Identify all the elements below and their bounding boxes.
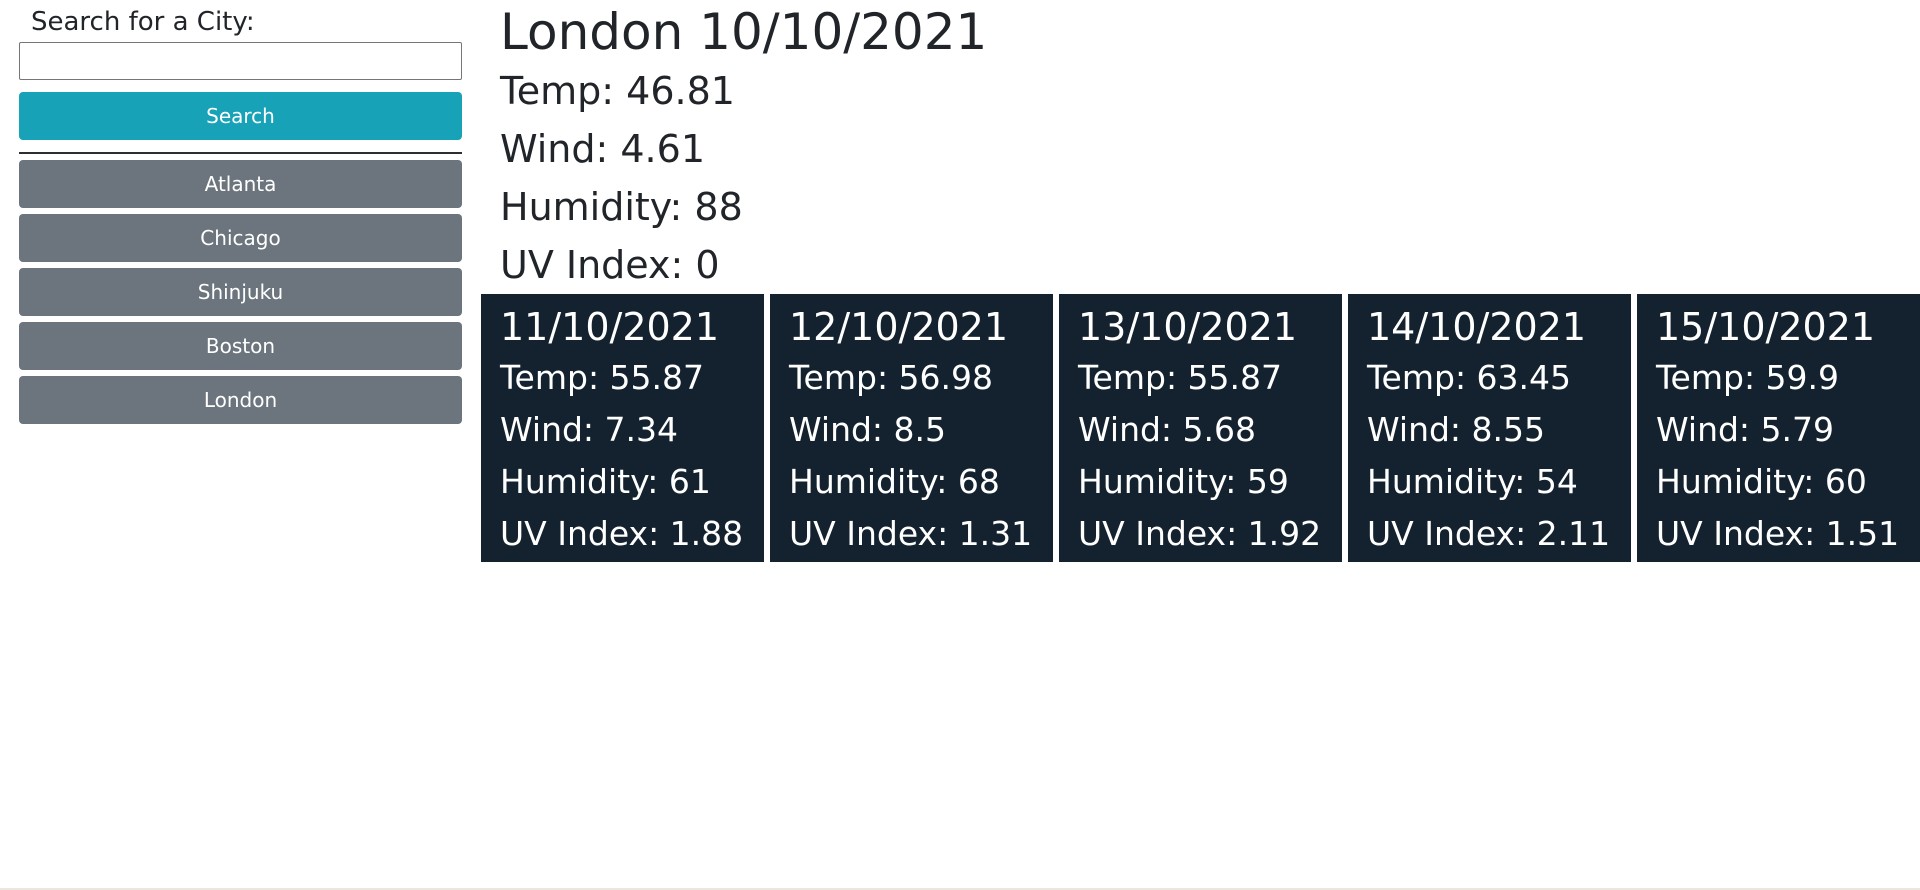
history-city-button[interactable]: Boston (19, 322, 462, 370)
current-temp: Temp: 46.81 (500, 69, 735, 113)
forecast-uv-index: UV Index: 1.92 (1078, 514, 1322, 553)
current-wind: Wind: 4.61 (500, 127, 705, 171)
city-search-input[interactable] (19, 42, 462, 80)
search-label: Search for a City: (31, 7, 255, 37)
current-weather: London 10/10/2021 Temp: 46.81 Wind: 4.61… (481, 0, 1920, 294)
current-humidity: Humidity: 88 (500, 185, 743, 229)
forecast-temp: Temp: 55.87 (1078, 358, 1283, 397)
forecast-wind: Wind: 7.34 (500, 410, 679, 449)
forecast-date: 13/10/2021 (1078, 305, 1298, 349)
forecast-wind: Wind: 5.79 (1656, 410, 1835, 449)
forecast-humidity: Humidity: 59 (1078, 462, 1289, 501)
history-city-button[interactable]: Chicago (19, 214, 462, 262)
forecast-card: 13/10/2021 Temp: 55.87 Wind: 5.68 Humidi… (1059, 294, 1342, 562)
forecast-date: 14/10/2021 (1367, 305, 1587, 349)
forecast-uv-index: UV Index: 1.88 (500, 514, 744, 553)
weather-dashboard: Search for a City: Search Atlanta Chicag… (0, 0, 1920, 890)
search-history-list: Atlanta Chicago Shinjuku Boston London (19, 160, 462, 424)
search-button[interactable]: Search (19, 92, 462, 140)
history-city-button[interactable]: London (19, 376, 462, 424)
forecast-date: 11/10/2021 (500, 305, 720, 349)
forecast-humidity: Humidity: 54 (1367, 462, 1578, 501)
forecast-temp: Temp: 63.45 (1367, 358, 1572, 397)
main-content: London 10/10/2021 Temp: 46.81 Wind: 4.61… (443, 0, 1920, 888)
forecast-uv-index: UV Index: 1.31 (789, 514, 1033, 553)
forecast-date: 15/10/2021 (1656, 305, 1876, 349)
forecast-humidity: Humidity: 60 (1656, 462, 1867, 501)
five-day-forecast: 11/10/2021 Temp: 55.87 Wind: 7.34 Humidi… (481, 294, 1920, 562)
forecast-card: 11/10/2021 Temp: 55.87 Wind: 7.34 Humidi… (481, 294, 764, 562)
forecast-wind: Wind: 8.5 (789, 410, 947, 449)
forecast-temp: Temp: 59.9 (1656, 358, 1840, 397)
forecast-wind: Wind: 5.68 (1078, 410, 1257, 449)
current-uv-index: UV Index: 0 (500, 243, 720, 287)
history-city-button[interactable]: Shinjuku (19, 268, 462, 316)
forecast-humidity: Humidity: 68 (789, 462, 1000, 501)
forecast-card: 14/10/2021 Temp: 63.45 Wind: 8.55 Humidi… (1348, 294, 1631, 562)
forecast-uv-index: UV Index: 1.51 (1656, 514, 1900, 553)
forecast-card: 15/10/2021 Temp: 59.9 Wind: 5.79 Humidit… (1637, 294, 1920, 562)
forecast-temp: Temp: 55.87 (500, 358, 705, 397)
forecast-uv-index: UV Index: 2.11 (1367, 514, 1611, 553)
forecast-humidity: Humidity: 61 (500, 462, 711, 501)
forecast-date: 12/10/2021 (789, 305, 1009, 349)
forecast-wind: Wind: 8.55 (1367, 410, 1546, 449)
forecast-temp: Temp: 56.98 (789, 358, 994, 397)
forecast-card: 12/10/2021 Temp: 56.98 Wind: 8.5 Humidit… (770, 294, 1053, 562)
sidebar-divider (19, 152, 462, 154)
sidebar: Search for a City: Search Atlanta Chicag… (0, 0, 462, 888)
current-city-title: London 10/10/2021 (500, 3, 988, 61)
history-city-button[interactable]: Atlanta (19, 160, 462, 208)
